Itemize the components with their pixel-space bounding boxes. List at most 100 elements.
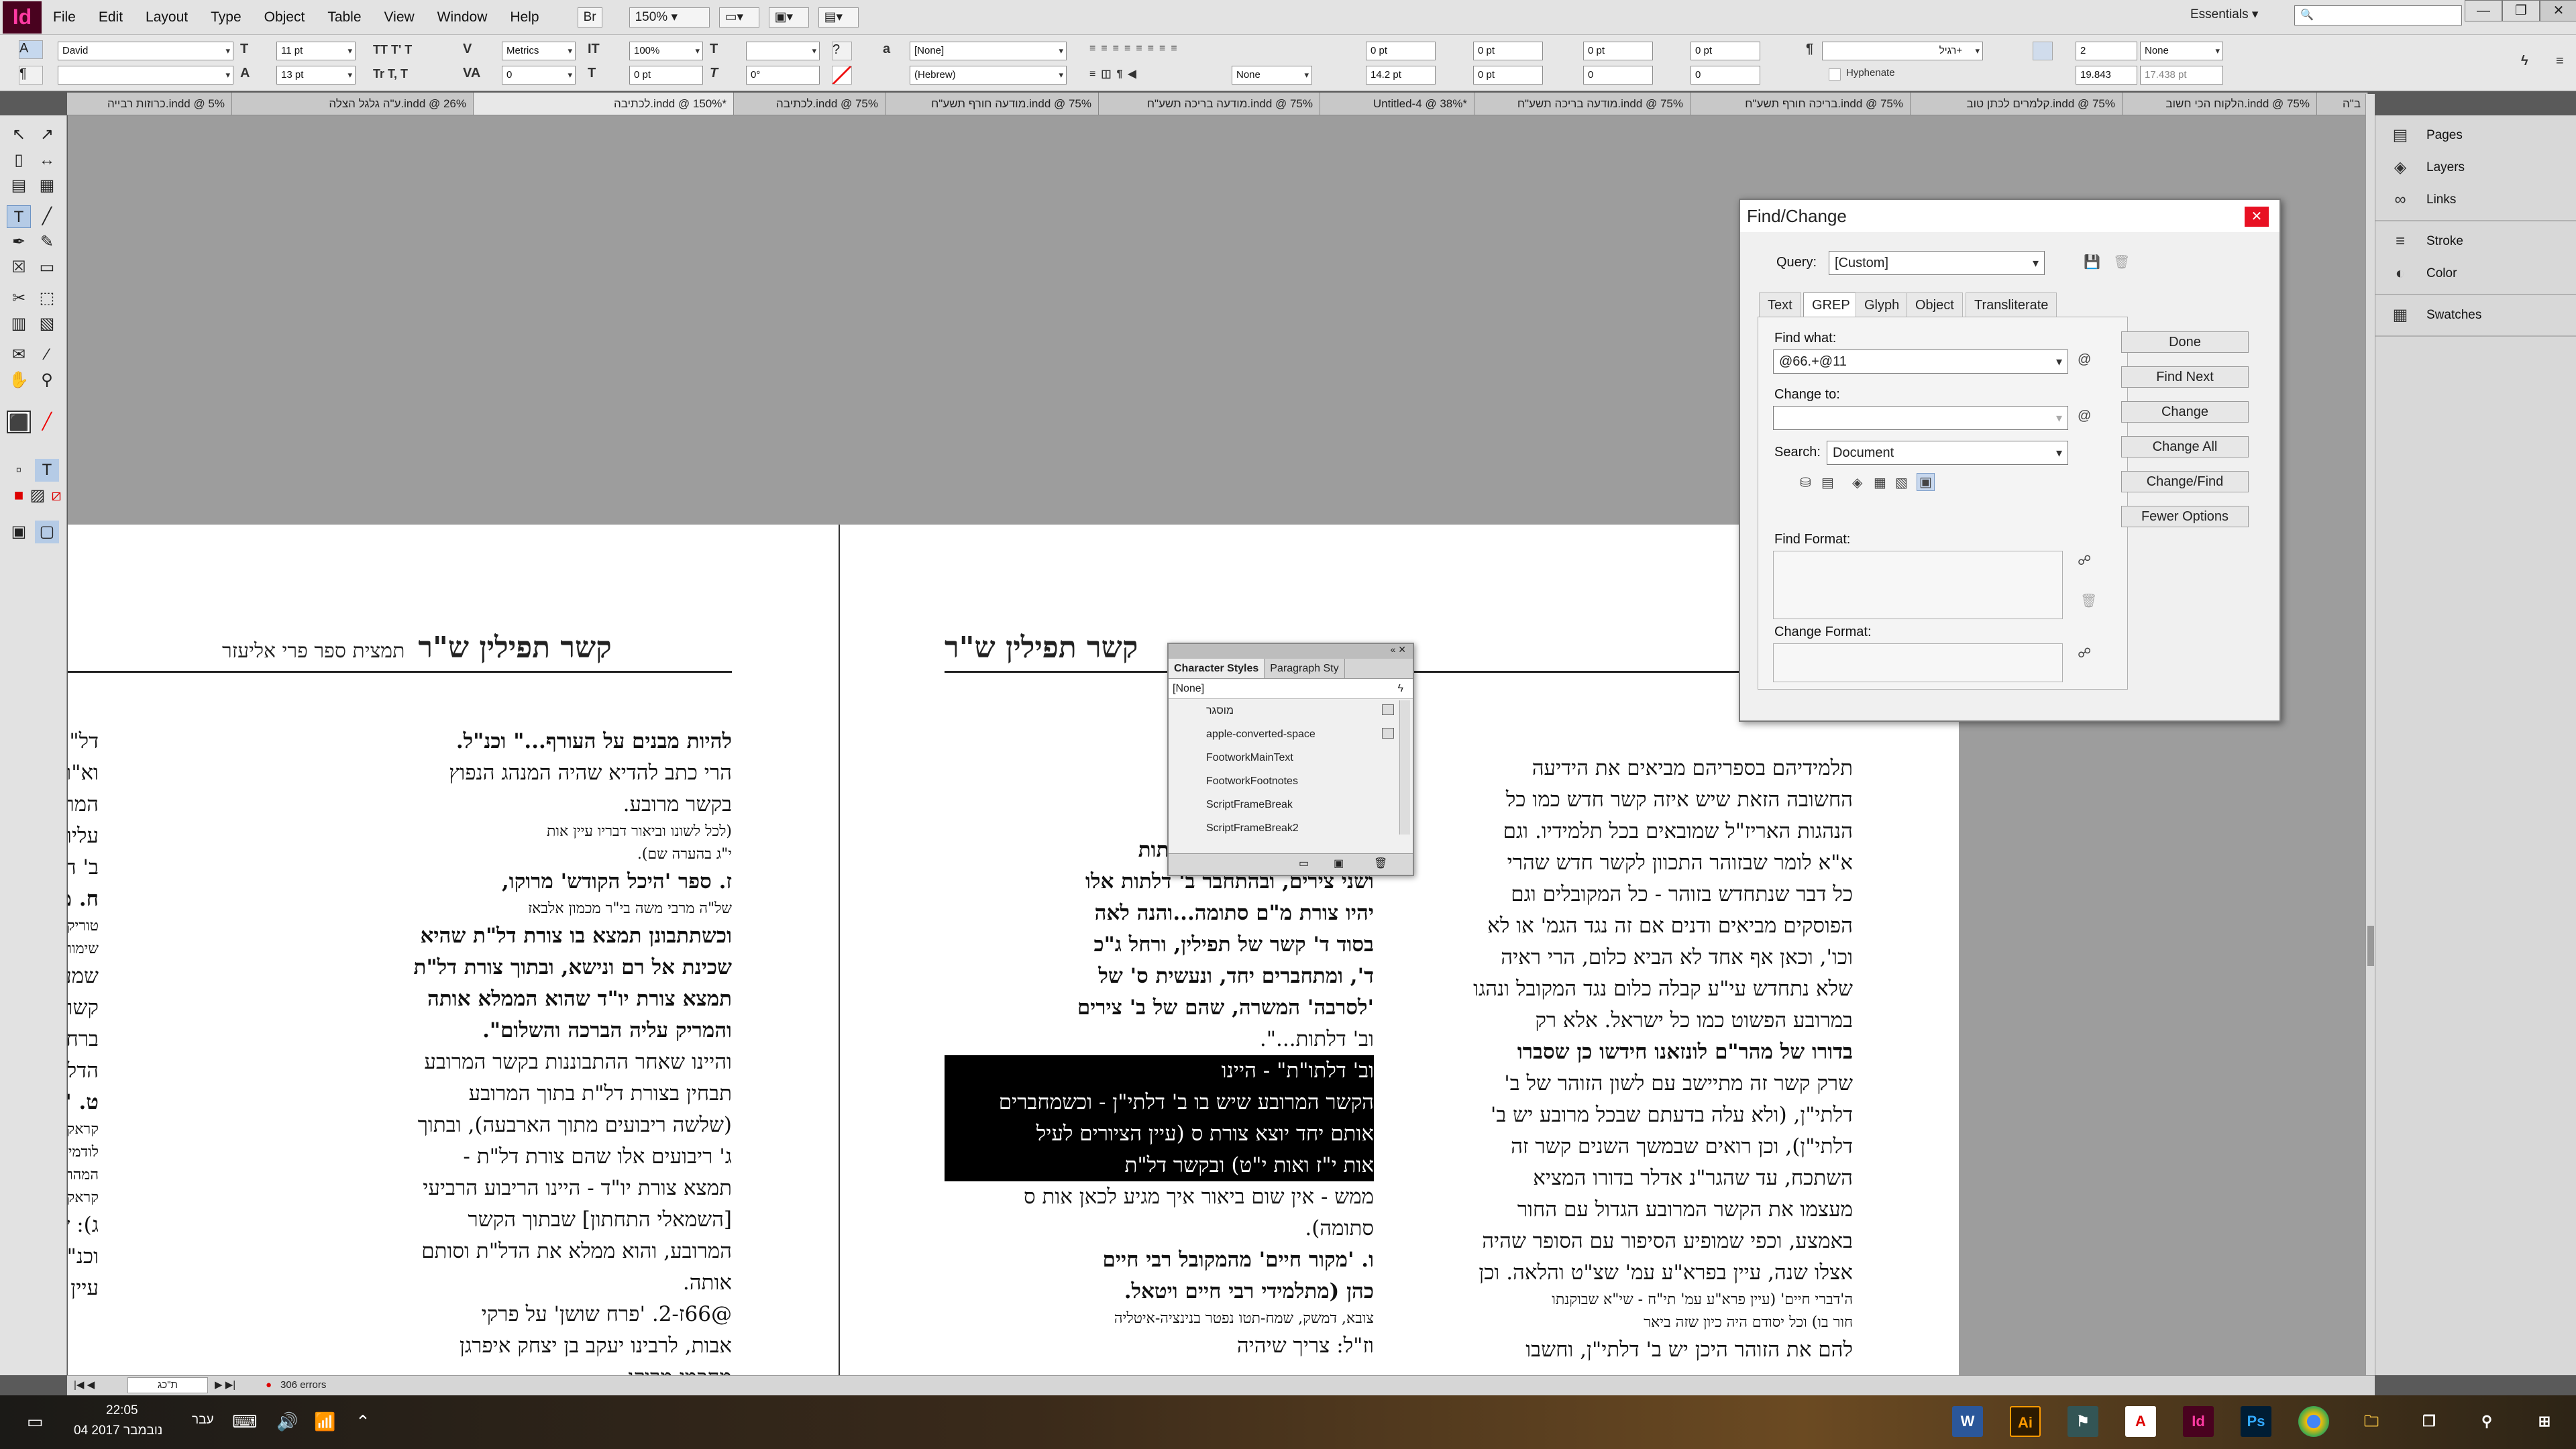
free-transform-tool-icon[interactable]: ⬚ [35, 287, 59, 310]
preview-mode-icon[interactable]: ▢ [35, 521, 59, 543]
formatting-container-icon[interactable]: ▫ [7, 459, 31, 482]
preflight-error-icon[interactable]: ● [266, 1376, 272, 1395]
view-options-button[interactable]: ▭▾ [718, 7, 759, 28]
doc-tab-9[interactable]: בריכה חורף תשע"ח.indd @ 75% [1690, 93, 1911, 115]
layers-panel-button[interactable]: ◈ Layers [2375, 152, 2576, 184]
keyboard-icon[interactable]: ⌨ [232, 1411, 258, 1432]
first-indent-field[interactable]: 0 pt [1473, 66, 1543, 85]
menu-view[interactable]: View [373, 9, 426, 25]
doc-tab-3[interactable]: לכתיבה.indd @ 150%* [474, 93, 734, 115]
help-search-input[interactable]: 🔍 [2294, 5, 2462, 25]
screen-mode-button[interactable]: ▣▾ [768, 7, 809, 28]
right-indent-field[interactable]: 0 pt [1473, 42, 1543, 60]
show-hidden-icons[interactable]: ⌃ [356, 1411, 370, 1432]
doc-tab-6[interactable]: מודעה בריכה תשע"ח.indd @ 75% [1099, 93, 1320, 115]
paragraph-style-field[interactable]: רגיל+ ▾ [1822, 42, 1983, 60]
doc-tab-8[interactable]: מודעה בריכה תשע"ח.indd @ 75% [1474, 93, 1690, 115]
apply-none-icon[interactable]: ⧄ [44, 484, 68, 507]
char-style-field[interactable]: [None] ▾ [910, 42, 1067, 60]
menu-type[interactable]: Type [199, 9, 253, 25]
pen-tool-icon[interactable]: ✒ [7, 231, 31, 254]
close-window-button[interactable]: ✕ [2540, 0, 2576, 21]
vertical-scroll-thumb[interactable] [2367, 926, 2374, 966]
cs-none-row[interactable]: [None] ϟ [1169, 679, 1413, 699]
drop-cap-chars-field[interactable]: 0 [1690, 66, 1760, 85]
links-panel-button[interactable]: ∞ Links [2375, 184, 2576, 216]
space-after-field[interactable]: 0 [1583, 66, 1653, 85]
doc-tab-10[interactable]: קלמרים לכתן טוב.indd @ 75% [1911, 93, 2123, 115]
arrange-docs-button[interactable]: ▤▾ [818, 7, 859, 28]
cs-new-style-icon[interactable]: ▣ [1334, 857, 1344, 870]
doc-tab-4[interactable]: לכתיבה.indd @ 75% [734, 93, 885, 115]
start-icon[interactable]: ⊞ [2529, 1406, 2560, 1437]
line-tool-icon[interactable]: ╱ [35, 205, 59, 228]
find-what-input[interactable]: @66.+@11 ▾ [1773, 350, 2068, 374]
chrome-icon[interactable] [2298, 1406, 2329, 1437]
find-special-chars-icon[interactable]: @ [2078, 352, 2091, 368]
menu-edit[interactable]: Edit [87, 9, 134, 25]
width-field[interactable]: 17.438 pt [2140, 66, 2223, 85]
network-icon[interactable]: 📶 [314, 1411, 335, 1432]
stroke-swatch-button[interactable] [832, 66, 852, 85]
eyedropper-tool-icon[interactable]: ⁄ [35, 343, 59, 366]
fill-swatch-button[interactable]: ? [832, 42, 852, 60]
cs-lightning-icon[interactable]: ϟ [1398, 679, 1403, 699]
language-field[interactable]: (Hebrew) ▾ [910, 66, 1067, 85]
page-tool-icon[interactable]: ▯ [7, 149, 31, 172]
tab-object[interactable]: Object [1907, 292, 1963, 317]
volume-icon[interactable]: 🔊 [276, 1411, 298, 1432]
menu-object[interactable]: Object [253, 9, 317, 25]
align-to-spine-icon[interactable]: ≡◫¶◀ [1089, 67, 1142, 80]
menu-window[interactable]: Window [426, 9, 499, 25]
hyphenate-checkbox[interactable] [1829, 68, 1841, 80]
include-locked-layers-icon[interactable]: ⛁ [1800, 474, 1811, 491]
gradient-swatch-tool-icon[interactable]: ▥ [7, 313, 31, 335]
char-mode-button[interactable]: A [19, 40, 43, 59]
change-format-settings-icon[interactable]: ☍ [2078, 645, 2091, 661]
first-page-icon[interactable]: |◀ ◀ [74, 1376, 95, 1395]
save-query-icon[interactable]: 💾 [2084, 254, 2100, 270]
color-panel-button[interactable]: ◐ Color [2375, 258, 2576, 290]
file-explorer-icon[interactable]: 🗀 [2356, 1406, 2387, 1437]
minimize-button[interactable]: — [2465, 0, 2502, 21]
font-size-field[interactable]: 11 pt ▾ [276, 42, 356, 60]
acrobat-icon[interactable]: A [2125, 1406, 2156, 1437]
tab-transliterate[interactable]: Transliterate [1966, 292, 2057, 317]
align-buttons-icon[interactable]: ≡≡≡≡≡≡≡≡ [1089, 43, 1183, 55]
menu-file[interactable]: File [42, 9, 87, 25]
menu-help[interactable]: Help [498, 9, 550, 25]
find-format-box[interactable] [1773, 551, 2063, 619]
done-button[interactable]: Done [2121, 331, 2249, 353]
change-button[interactable]: Change [2121, 401, 2249, 423]
menu-table[interactable]: Table [316, 9, 372, 25]
change-all-button[interactable]: Change All [2121, 436, 2249, 458]
direct-selection-tool-icon[interactable]: ↗ [35, 123, 59, 146]
page-number-field[interactable]: ת"כג [127, 1377, 208, 1393]
query-select[interactable]: [Custom] ▾ [1829, 251, 2045, 275]
lightning-icon[interactable]: ϟ [2521, 54, 2528, 69]
font-family-field[interactable]: David ▾ [58, 42, 233, 60]
cs-item-2[interactable]: apple-converted-space [1169, 722, 1413, 746]
stroke-panel-button[interactable]: ≡ Stroke [2375, 225, 2576, 258]
baseline-field[interactable]: 0 pt [629, 66, 703, 85]
include-hidden-layers-icon[interactable]: ◈ [1852, 474, 1862, 491]
search-scope-select[interactable]: Document ▾ [1827, 441, 2068, 465]
panel-menu-icon[interactable]: ≡ [2556, 54, 2564, 69]
include-master-pages-icon[interactable]: ▦ [1874, 474, 1886, 491]
doc-tab-11[interactable]: הלקוח הכי חשוב.indd @ 75% [2123, 93, 2317, 115]
zoom-select[interactable]: 150% ▾ [629, 7, 710, 28]
action-center-icon[interactable]: ▭ [27, 1411, 44, 1432]
pages-panel-button[interactable]: ▤ Pages [2375, 119, 2576, 152]
vertical-scrollbar[interactable] [2365, 94, 2375, 1389]
taskbar-language[interactable]: עבר [192, 1413, 214, 1428]
all-caps-icon[interactable]: TT T' T [373, 43, 412, 57]
next-page-icon[interactable]: ▶ ▶| [215, 1376, 235, 1395]
fewer-options-button[interactable]: Fewer Options [2121, 506, 2249, 527]
scale-h-field[interactable]: ▾ [746, 42, 820, 60]
maximize-button[interactable]: ❐ [2502, 0, 2540, 21]
space-before-field[interactable]: 0 pt [1583, 42, 1653, 60]
doc-tab-5[interactable]: מודעה חורף תשע"ח.indd @ 75% [885, 93, 1099, 115]
cs-scrollbar[interactable] [1399, 700, 1410, 835]
task-view-icon[interactable]: ❐ [2414, 1406, 2445, 1437]
doc-tab-7[interactable]: Untitled-4 @ 38%* [1320, 93, 1474, 115]
